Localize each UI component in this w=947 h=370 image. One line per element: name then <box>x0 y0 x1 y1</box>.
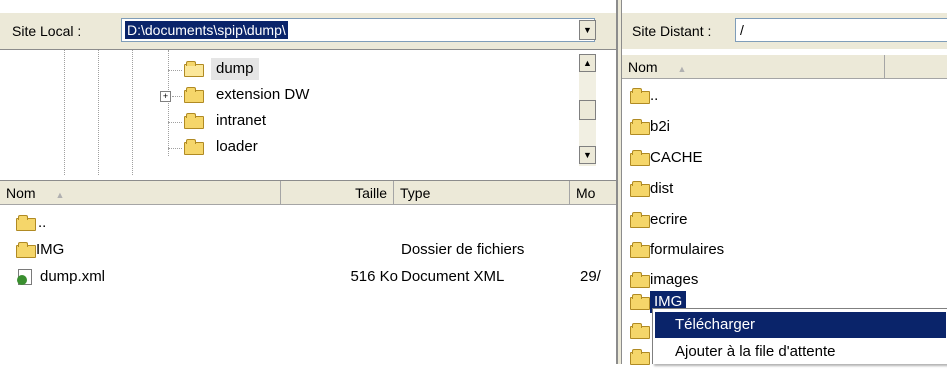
remote-row[interactable]: b2i <box>628 114 928 140</box>
folder-icon <box>630 181 650 197</box>
sort-ascending-icon: ▲ <box>677 64 687 74</box>
folder-icon <box>630 323 650 339</box>
folder-icon <box>184 139 204 155</box>
remote-row[interactable]: formulaires <box>628 237 928 263</box>
folder-icon <box>184 61 204 77</box>
folder-icon <box>184 87 204 103</box>
local-panel: Site Local : D:\documents\spip\dump\ ▼ d… <box>0 0 617 364</box>
tree-item-extension-dw[interactable]: extension DW <box>216 84 309 106</box>
local-path-dropdown[interactable]: ▼ <box>579 20 596 40</box>
remote-site-label: Site Distant : <box>632 23 712 39</box>
remote-path-input[interactable]: / <box>735 18 947 42</box>
remote-row[interactable]: dist <box>628 176 928 202</box>
tree-guide-line <box>168 50 169 156</box>
column-type[interactable]: Type <box>394 181 570 205</box>
remote-row[interactable]: ecrire <box>628 207 928 233</box>
tree-item-dump[interactable]: dump <box>211 58 259 80</box>
file-row-dump-xml[interactable]: dump.xml 516 Ko Document XML 29/ <box>14 264 614 290</box>
scroll-down-button[interactable]: ▼ <box>579 146 596 164</box>
local-path-input[interactable]: D:\documents\spip\dump\ <box>121 18 595 42</box>
file-row-img[interactable]: IMG Dossier de fichiers <box>14 237 614 263</box>
plus-box-icon[interactable]: + <box>160 91 171 102</box>
remote-panel: Site Distant : / Nom ▲ .. b2i CACHE dist… <box>622 0 947 365</box>
folder-icon <box>630 294 650 310</box>
menu-item-download[interactable]: Télécharger <box>655 312 946 338</box>
xml-file-icon <box>17 269 32 285</box>
tree-item-loader[interactable]: loader <box>216 136 258 158</box>
tree-branch-line <box>168 148 182 149</box>
column-modified[interactable]: Mo <box>570 181 616 205</box>
file-row-parent[interactable]: .. <box>14 210 614 236</box>
remote-path-value: / <box>740 22 744 38</box>
chevron-down-icon: ▼ <box>583 25 592 35</box>
remote-row[interactable]: CACHE <box>628 145 928 171</box>
folder-icon <box>16 242 36 258</box>
column-name[interactable]: Nom ▲ <box>0 181 281 205</box>
remote-file-header: Nom ▲ <box>622 55 947 79</box>
tree-branch-line <box>168 122 182 123</box>
tree-branch-line <box>168 70 182 71</box>
remote-column-name[interactable]: Nom ▲ <box>622 55 885 79</box>
tree-guide-line <box>64 50 65 175</box>
scrollbar-thumb[interactable] <box>579 100 596 120</box>
folder-icon <box>630 119 650 135</box>
column-size[interactable]: Taille <box>281 181 394 205</box>
local-path-value: D:\documents\spip\dump\ <box>125 21 288 39</box>
sort-ascending-icon: ▲ <box>55 190 65 200</box>
tree-scrollbar[interactable]: ▲ ▼ <box>579 54 596 166</box>
remote-column-size[interactable] <box>885 55 947 79</box>
folder-icon <box>630 349 650 365</box>
local-site-label: Site Local : <box>12 23 82 39</box>
menu-item-add-to-queue[interactable]: Ajouter à la file d'attente <box>655 339 946 365</box>
tree-branch-line <box>172 96 182 97</box>
folder-icon <box>630 272 650 288</box>
remote-row[interactable]: .. <box>628 83 928 109</box>
folder-icon <box>630 150 650 166</box>
folder-icon <box>630 242 650 258</box>
folder-icon <box>630 212 650 228</box>
tree-guide-line <box>98 50 99 175</box>
local-tree: dump + extension DW intranet loader ▲ ▼ <box>0 49 616 175</box>
tree-item-intranet[interactable]: intranet <box>216 110 266 132</box>
context-menu: Télécharger Ajouter à la file d'attente <box>652 308 947 364</box>
tree-item-label: dump <box>216 60 254 77</box>
tree-item-label: intranet <box>216 112 267 129</box>
tree-guide-line <box>132 50 133 175</box>
folder-icon <box>184 113 204 129</box>
local-file-header: Nom ▲ Taille Type Mo <box>0 180 616 205</box>
tree-item-label: extension DW <box>216 86 310 103</box>
folder-icon <box>16 215 36 231</box>
folder-icon <box>630 88 650 104</box>
tree-item-label: loader <box>216 138 258 155</box>
scroll-up-button[interactable]: ▲ <box>579 54 596 72</box>
